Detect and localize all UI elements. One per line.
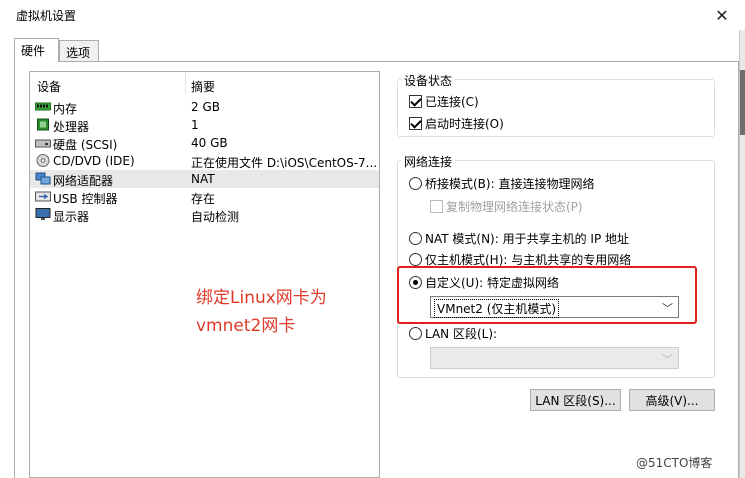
memory-icon [35, 102, 51, 111]
radio-unselected-icon [409, 177, 422, 190]
close-icon: ✕ [715, 5, 729, 25]
window-title: 虚拟机设置 [16, 9, 77, 23]
background-window-edge [739, 30, 745, 478]
device-row-network-adapter[interactable]: 网络适配器 NAT [30, 170, 379, 188]
device-row-hard-disk[interactable]: 硬盘 (SCSI) 40 GB [30, 134, 379, 152]
nat-label: NAT 模式(N): 用于共享主机的 IP 地址 [425, 232, 630, 246]
tab-hardware[interactable]: 硬件 [14, 38, 59, 62]
device-row-display[interactable]: 显示器 自动检测 [30, 206, 379, 224]
hard-disk-icon [35, 139, 51, 148]
device-name: 处理器 [53, 120, 90, 134]
device-name: 硬盘 (SCSI) [53, 138, 118, 152]
connected-label: 已连接(C) [425, 95, 479, 109]
device-name: USB 控制器 [53, 192, 118, 206]
replicate-state-checkbox[interactable]: 复制物理网络连接状态(P) [430, 198, 583, 215]
device-status-title: 设备状态 [401, 72, 456, 89]
cd-dvd-icon [36, 154, 50, 167]
usb-icon [35, 191, 51, 202]
device-summary: 1 [191, 118, 199, 132]
checkbox-checked-icon [409, 95, 422, 108]
column-separator [185, 72, 186, 94]
column-header-summary[interactable]: 摘要 [191, 78, 215, 95]
device-name: 网络适配器 [53, 174, 114, 188]
device-row-processor[interactable]: 处理器 1 [30, 116, 379, 134]
device-row-cd-dvd[interactable]: CD/DVD (IDE) 正在使用文件 D:\iOS\CentOS-7... [30, 152, 379, 170]
checkbox-unchecked-icon [430, 200, 443, 213]
device-list-header: 设备 摘要 [30, 72, 379, 94]
annotation-highlight-box [397, 266, 697, 324]
annotation-text: 绑定Linux网卡为 vmnet2网卡 [196, 284, 327, 340]
title-bar: 虚拟机设置 ✕ [0, 0, 745, 30]
lan-segment-select[interactable]: ﹀ [430, 347, 679, 369]
bridged-label: 桥接模式(B): 直接连接物理网络 [425, 177, 595, 191]
lan-segments-button[interactable]: LAN 区段(S)... [530, 389, 621, 411]
checkbox-checked-icon [409, 117, 422, 130]
radio-unselected-icon [409, 253, 422, 266]
device-name: CD/DVD (IDE) [53, 154, 135, 168]
device-summary: 正在使用文件 D:\iOS\CentOS-7... [191, 156, 376, 170]
advanced-button[interactable]: 高级(V)... [629, 389, 715, 411]
device-row-memory[interactable]: 内存 2 GB [30, 98, 379, 116]
close-button[interactable]: ✕ [706, 2, 738, 28]
chevron-down-icon: ﹀ [662, 353, 673, 366]
device-summary: 存在 [191, 192, 216, 206]
device-name: 显示器 [53, 210, 90, 224]
processor-icon [37, 118, 49, 131]
radio-unselected-icon [409, 232, 422, 245]
network-adapter-icon [35, 172, 51, 185]
background-window-strip [740, 70, 745, 135]
column-header-device[interactable]: 设备 [37, 78, 61, 95]
device-summary: NAT [191, 172, 215, 186]
connected-checkbox[interactable]: 已连接(C) [409, 93, 479, 110]
annotation-line-1: 绑定Linux网卡为 [196, 288, 327, 308]
network-connection-title: 网络连接 [401, 153, 456, 170]
display-icon [35, 208, 51, 220]
tab-options[interactable]: 选项 [59, 40, 99, 61]
replicate-state-label: 复制物理网络连接状态(P) [446, 200, 583, 214]
radio-unselected-icon [409, 327, 422, 340]
device-summary: 2 GB [191, 100, 220, 114]
watermark: @51CTO博客 [636, 456, 713, 470]
bridged-radio[interactable]: 桥接模式(B): 直接连接物理网络 [409, 175, 594, 192]
device-summary: 40 GB [191, 136, 228, 150]
device-name: 内存 [53, 102, 78, 116]
lan-segment-radio[interactable]: LAN 区段(L): [409, 325, 497, 342]
device-list[interactable]: 设备 摘要 内存 2 GB 处理器 1 硬盘 (SCSI) 40 GB CD/D… [29, 71, 380, 478]
nat-radio[interactable]: NAT 模式(N): 用于共享主机的 IP 地址 [409, 230, 629, 247]
lan-segment-label: LAN 区段(L): [425, 327, 498, 341]
annotation-line-2: vmnet2网卡 [196, 316, 296, 336]
device-row-usb[interactable]: USB 控制器 存在 [30, 188, 379, 206]
device-summary: 自动检测 [191, 210, 240, 224]
connect-on-start-label: 启动时连接(O) [425, 117, 504, 131]
connect-on-start-checkbox[interactable]: 启动时连接(O) [409, 115, 504, 132]
